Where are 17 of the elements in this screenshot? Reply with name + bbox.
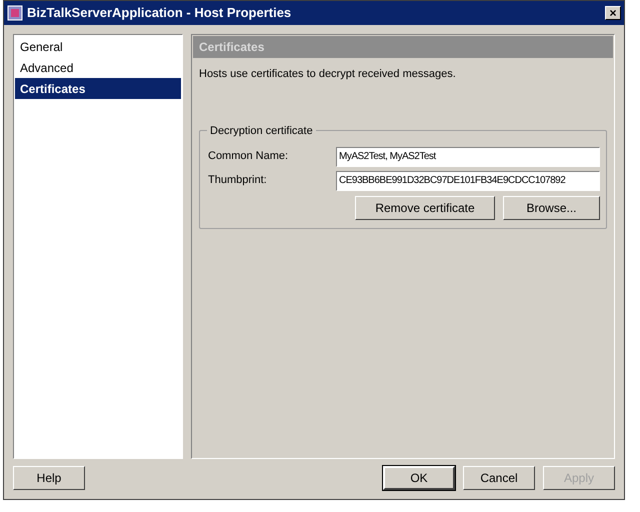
text-field[interactable]: CE93BB6BE991D32BC97DE101FB34E9CDCC107892	[336, 170, 600, 190]
dialog-button[interactable]: OK	[383, 466, 455, 490]
field-label: Common Name:	[208, 149, 290, 164]
dialog-button[interactable]: Cancel	[463, 466, 535, 490]
app-icon	[7, 5, 23, 21]
field-label: Thumbprint:	[208, 173, 268, 188]
dialog-button[interactable]: Browse...	[503, 196, 600, 220]
window-title: BizTalkServerApplication - Host Properties	[27, 4, 292, 22]
description-text: Hosts use certificates to decrypt received messages.	[199, 67, 457, 82]
sidebar-item[interactable]: Advanced	[15, 57, 181, 78]
panel-header: Certificates	[193, 36, 613, 58]
dialog-button[interactable]: Remove certificate	[355, 196, 495, 220]
close-button[interactable]: ×	[605, 6, 621, 20]
text-field[interactable]: MyAS2Test, MyAS2Test	[336, 146, 600, 166]
sidebar-item[interactable]: Certificates	[15, 78, 181, 99]
sidebar-item[interactable]: General	[15, 36, 181, 57]
dialog-button[interactable]: Help	[13, 466, 85, 490]
